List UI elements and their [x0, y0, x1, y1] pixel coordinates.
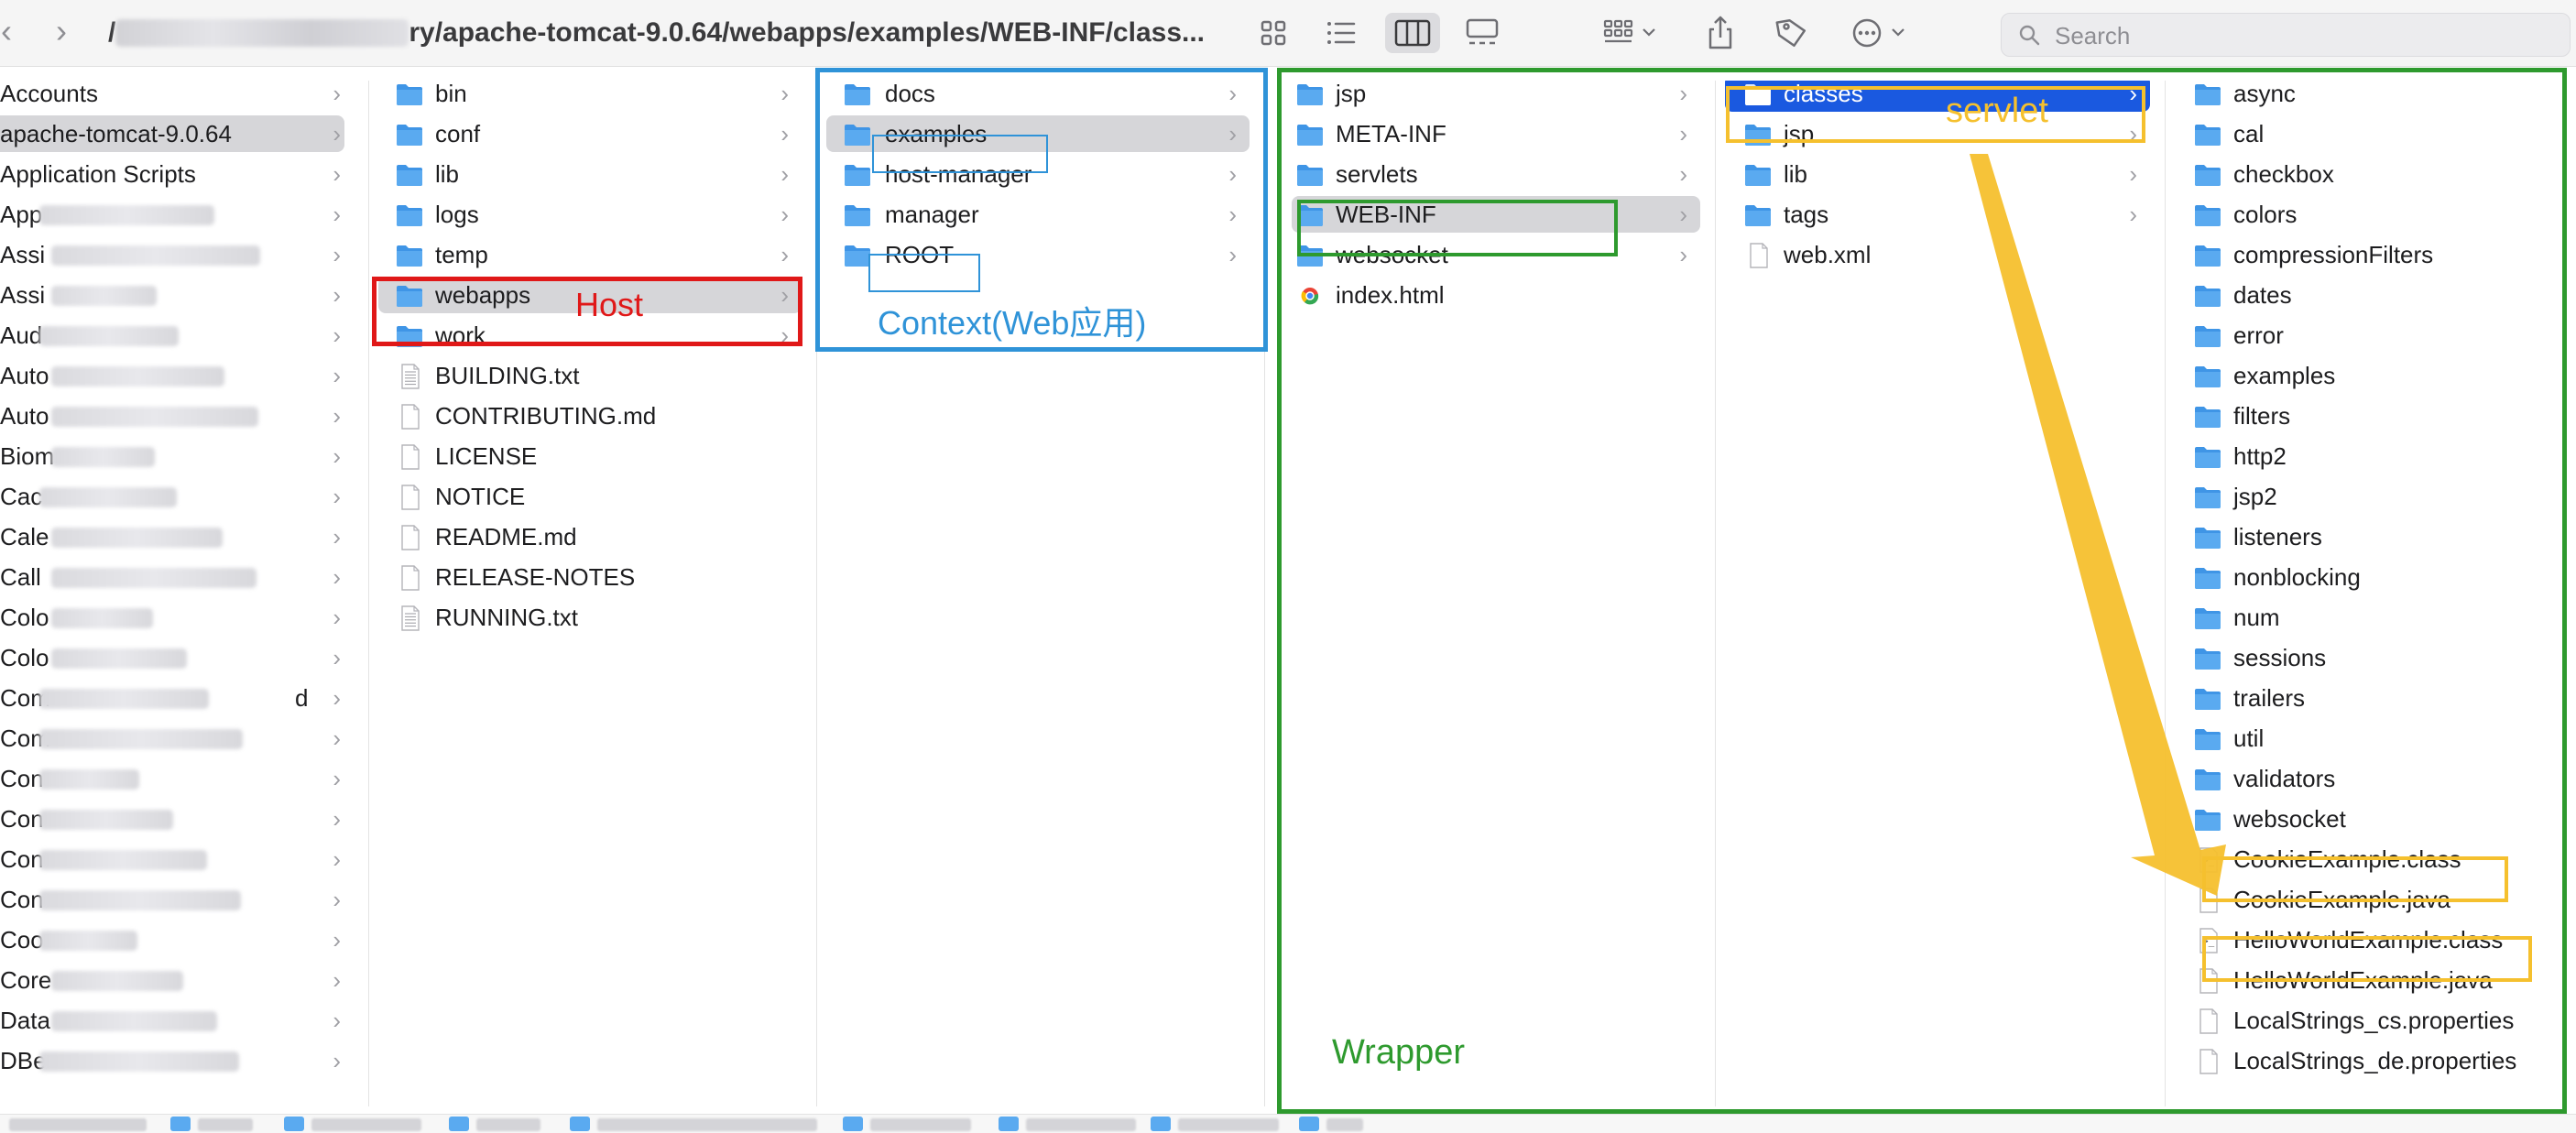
web-inf-highlight-box — [1297, 200, 1618, 256]
context-annotation-label: Context(Web应用) — [878, 304, 1147, 342]
root-highlight-box — [868, 254, 980, 292]
helloworld-class-highlight-box — [2202, 936, 2532, 982]
cookie-class-highlight-box — [2202, 856, 2508, 902]
host-annotation-label: Host — [575, 286, 644, 323]
examples-highlight-box — [872, 135, 1048, 173]
classes-highlight-box — [1726, 86, 2145, 143]
servlet-annotation-label: servlet — [1946, 92, 2048, 130]
wrapper-annotation-label: Wrapper — [1332, 1033, 1466, 1072]
